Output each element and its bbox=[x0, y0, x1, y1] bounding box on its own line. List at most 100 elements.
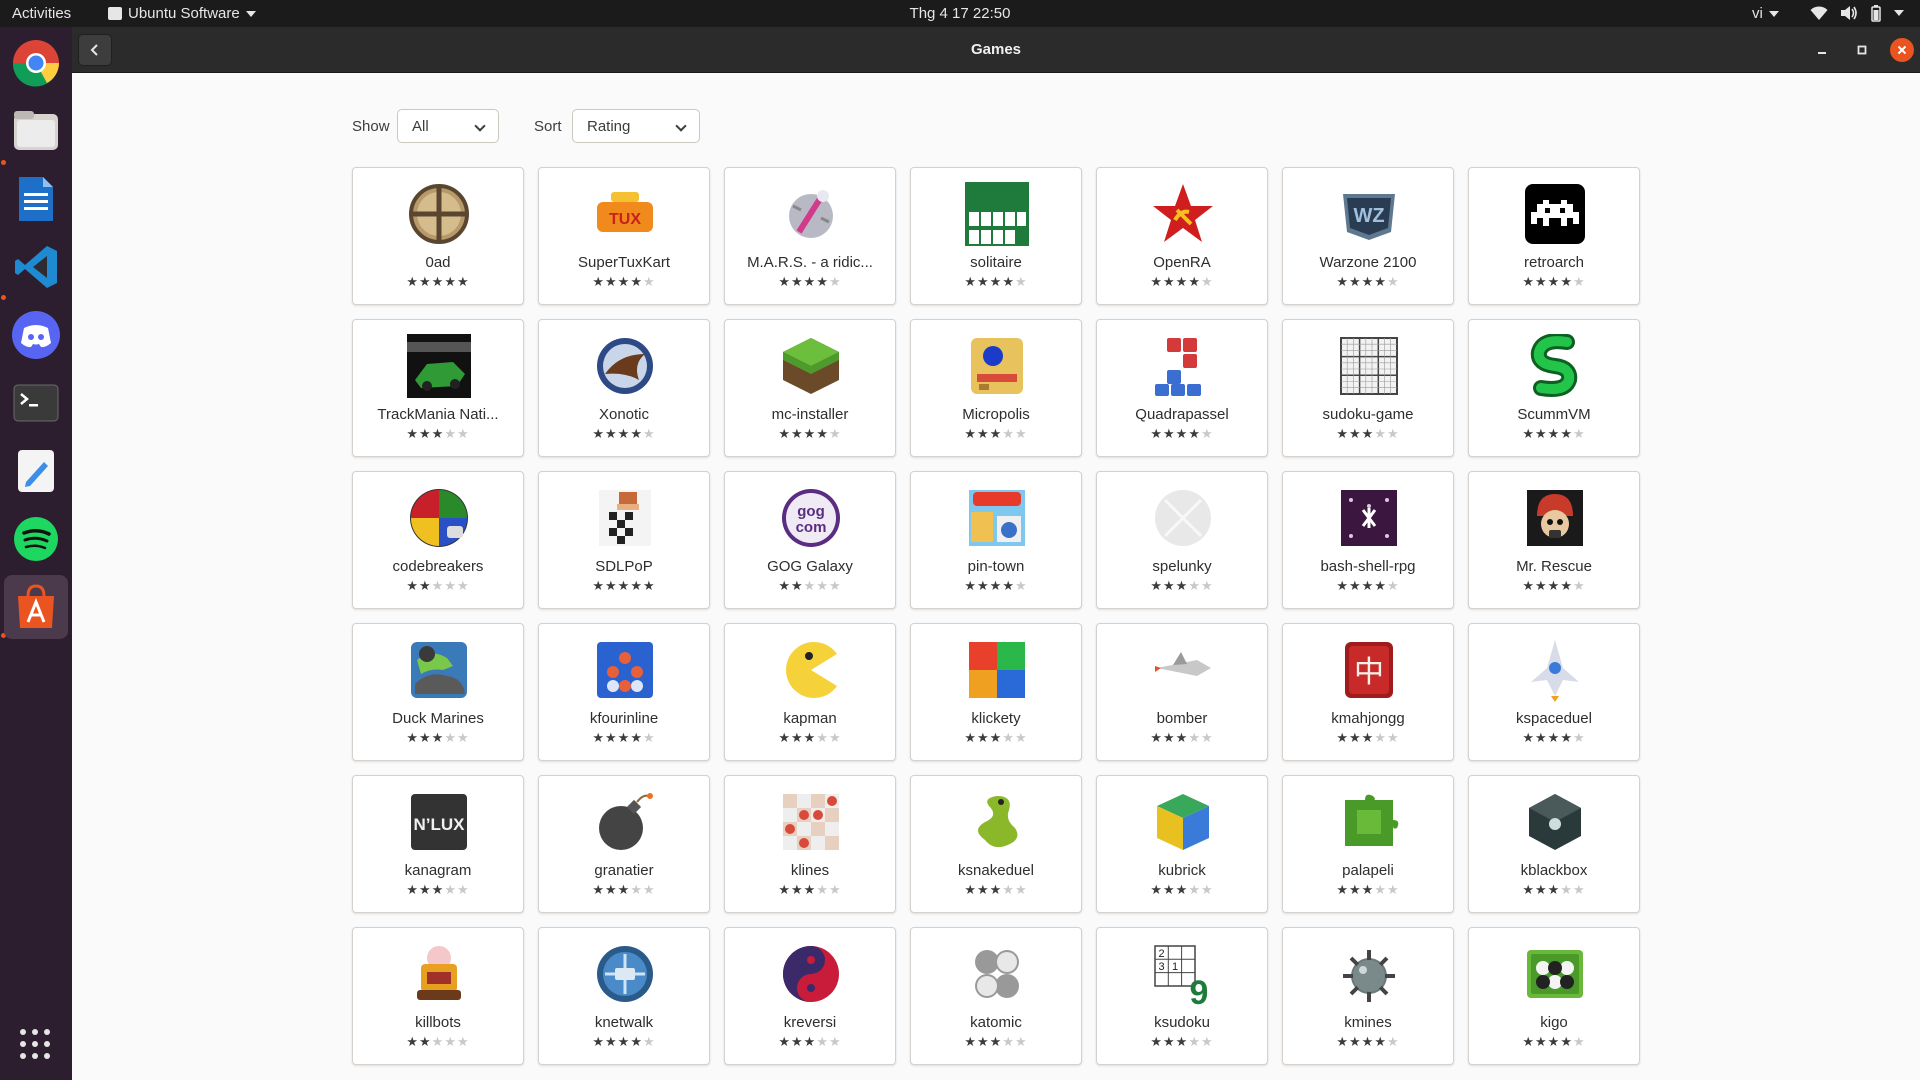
show-apps-button[interactable] bbox=[18, 1027, 52, 1066]
app-tile[interactable]: kreversi ★★★★★ bbox=[724, 927, 896, 1065]
app-tile[interactable]: kigo ★★★★★ bbox=[1468, 927, 1640, 1065]
star-rating: ★★★★★ bbox=[1283, 274, 1453, 290]
app-tile[interactable]: granatier ★★★★★ bbox=[538, 775, 710, 913]
app-tile[interactable]: kapman ★★★★★ bbox=[724, 623, 896, 761]
show-dropdown[interactable]: All bbox=[397, 109, 499, 143]
app-tile[interactable]: kblackbox ★★★★★ bbox=[1468, 775, 1640, 913]
clock[interactable]: Thg 4 17 22:50 bbox=[910, 5, 1011, 22]
maximize-button[interactable] bbox=[1850, 38, 1874, 62]
star-icon: ★ bbox=[1163, 882, 1176, 897]
star-icon: ★ bbox=[816, 1034, 829, 1049]
app-name: solitaire bbox=[970, 254, 1022, 271]
star-icon: ★ bbox=[444, 426, 457, 441]
app-tile[interactable]: SDLPoP ★★★★★ bbox=[538, 471, 710, 609]
app-tile[interactable]: 2 3 1 9 ksudoku ★★★★★ bbox=[1096, 927, 1268, 1065]
dock-vscode[interactable] bbox=[4, 235, 68, 299]
app-tile[interactable]: sudoku-game ★★★★★ bbox=[1282, 319, 1454, 457]
app-tile[interactable]: kfourinline ★★★★★ bbox=[538, 623, 710, 761]
dock-text-editor[interactable] bbox=[4, 439, 68, 503]
app-tile[interactable]: Micropolis ★★★★★ bbox=[910, 319, 1082, 457]
star-icon: ★ bbox=[419, 882, 432, 897]
app-tile[interactable]: katomic ★★★★★ bbox=[910, 927, 1082, 1065]
chrome-icon bbox=[12, 40, 59, 87]
app-tile[interactable]: kspaceduel ★★★★★ bbox=[1468, 623, 1640, 761]
app-tile[interactable]: Mr. Rescue ★★★★★ bbox=[1468, 471, 1640, 609]
app-name: mc-installer bbox=[771, 406, 849, 423]
star-icon: ★ bbox=[444, 882, 457, 897]
app-tile[interactable]: N’LUX kanagram ★★★★★ bbox=[352, 775, 524, 913]
app-tile[interactable]: codebreakers ★★★★★ bbox=[352, 471, 524, 609]
star-icon: ★ bbox=[444, 578, 457, 593]
star-icon: ★ bbox=[828, 730, 842, 745]
app-tile[interactable]: pin-town ★★★★★ bbox=[910, 471, 1082, 609]
app-tile[interactable]: Duck Marines ★★★★★ bbox=[352, 623, 524, 761]
minimize-button[interactable] bbox=[1810, 38, 1834, 62]
dock-files[interactable] bbox=[4, 99, 68, 163]
input-language-menu[interactable]: vi bbox=[1752, 5, 1779, 22]
dock-chrome[interactable] bbox=[4, 31, 68, 95]
star-rating: ★★★★★ bbox=[1283, 578, 1453, 594]
app-tile[interactable]: Quadrapassel ★★★★★ bbox=[1096, 319, 1268, 457]
app-name: SDLPoP bbox=[595, 558, 653, 575]
star-icon: ★ bbox=[778, 426, 792, 441]
dock-spotify[interactable] bbox=[4, 507, 68, 571]
app-tile[interactable]: solitaire ★★★★★ bbox=[910, 167, 1082, 305]
star-icon: ★ bbox=[642, 426, 656, 441]
app-tile[interactable]: retroarch ★★★★★ bbox=[1468, 167, 1640, 305]
top-panel: Activities Ubuntu Software Thg 4 17 22:5… bbox=[0, 0, 1920, 27]
sort-dropdown[interactable]: Rating bbox=[572, 109, 700, 143]
app-tile[interactable]: klines ★★★★★ bbox=[724, 775, 896, 913]
star-rating: ★★★★★ bbox=[1097, 882, 1267, 898]
star-icon: ★ bbox=[989, 1034, 1003, 1049]
app-tile[interactable]: TrackMania Nati... ★★★★★ bbox=[352, 319, 524, 457]
app-tile[interactable]: kubrick ★★★★★ bbox=[1096, 775, 1268, 913]
app-tile[interactable]: ScummVM ★★★★★ bbox=[1468, 319, 1640, 457]
star-rating: ★★★★★ bbox=[1469, 1034, 1639, 1050]
app-name: kfourinline bbox=[589, 710, 659, 727]
app-tile[interactable]: gog com GOG Galaxy ★★★★★ bbox=[724, 471, 896, 609]
star-icon: ★ bbox=[1150, 426, 1164, 441]
star-icon: ★ bbox=[1002, 274, 1015, 289]
warzone-icon: WZ bbox=[1337, 182, 1401, 246]
system-tray[interactable] bbox=[1810, 4, 1904, 22]
activities-button[interactable]: Activities bbox=[12, 5, 71, 22]
app-menu[interactable]: Ubuntu Software bbox=[108, 5, 256, 22]
app-tile[interactable]: klickety ★★★★★ bbox=[910, 623, 1082, 761]
app-tile[interactable]: knetwalk ★★★★★ bbox=[538, 927, 710, 1065]
app-tile[interactable]: palapeli ★★★★★ bbox=[1282, 775, 1454, 913]
app-tile[interactable]: bomber ★★★★★ bbox=[1096, 623, 1268, 761]
app-name: pin-town bbox=[967, 558, 1025, 575]
dock-terminal[interactable] bbox=[4, 371, 68, 435]
star-rating: ★★★★★ bbox=[1469, 730, 1639, 746]
star-icon: ★ bbox=[1522, 578, 1536, 593]
dock-discord[interactable] bbox=[4, 303, 68, 367]
star-icon: ★ bbox=[977, 1034, 990, 1049]
app-tile[interactable]: M.A.R.S. - a ridic... ★★★★★ bbox=[724, 167, 896, 305]
back-button[interactable] bbox=[78, 34, 112, 66]
sort-dropdown-value: Rating bbox=[587, 118, 631, 135]
app-tile[interactable]: 中 kmahjongg ★★★★★ bbox=[1282, 623, 1454, 761]
app-tile[interactable]: spelunky ★★★★★ bbox=[1096, 471, 1268, 609]
app-tile[interactable]: WZ Warzone 2100 ★★★★★ bbox=[1282, 167, 1454, 305]
star-icon: ★ bbox=[1163, 426, 1176, 441]
app-name: OpenRA bbox=[1153, 254, 1211, 271]
star-icon: ★ bbox=[630, 274, 643, 289]
app-tile[interactable]: bash-shell-rpg ★★★★★ bbox=[1282, 471, 1454, 609]
svg-text:gog: gog bbox=[797, 503, 825, 520]
dock-ubuntu-software[interactable] bbox=[4, 575, 68, 639]
star-icon: ★ bbox=[828, 578, 842, 593]
app-tile[interactable]: TUX SuperTuxKart ★★★★★ bbox=[538, 167, 710, 305]
app-tile[interactable]: mc-installer ★★★★★ bbox=[724, 319, 896, 457]
app-tile[interactable]: ksnakeduel ★★★★★ bbox=[910, 775, 1082, 913]
dock-writer[interactable] bbox=[4, 167, 68, 231]
app-tile[interactable]: killbots ★★★★★ bbox=[352, 927, 524, 1065]
star-icon: ★ bbox=[964, 426, 978, 441]
app-tile[interactable]: 0ad ★★★★★ bbox=[352, 167, 524, 305]
app-tile[interactable]: OpenRA ★★★★★ bbox=[1096, 167, 1268, 305]
app-tile[interactable]: kmines ★★★★★ bbox=[1282, 927, 1454, 1065]
star-icon: ★ bbox=[1547, 882, 1561, 897]
star-icon: ★ bbox=[1535, 578, 1548, 593]
app-tile[interactable]: Xonotic ★★★★★ bbox=[538, 319, 710, 457]
close-button[interactable] bbox=[1890, 38, 1914, 62]
star-icon: ★ bbox=[964, 578, 978, 593]
